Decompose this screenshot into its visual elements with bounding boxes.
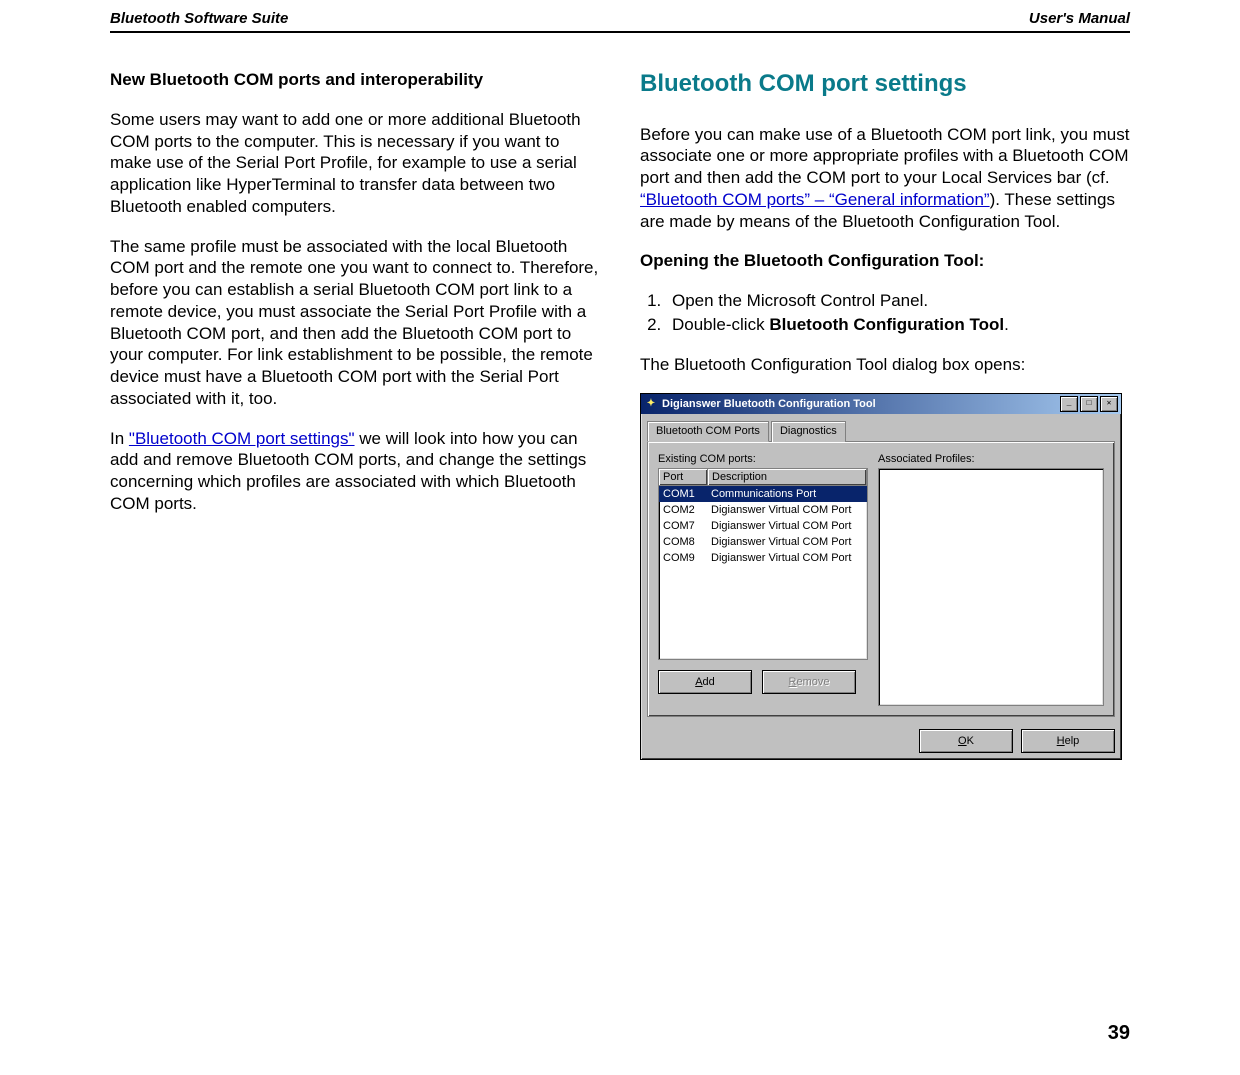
- cell-desc: Communications Port: [707, 486, 867, 502]
- step-2: Double-click Bluetooth Configuration Too…: [666, 314, 1130, 336]
- table-row[interactable]: COM8 Digianswer Virtual COM Port: [659, 534, 867, 550]
- right-p2: The Bluetooth Configuration Tool dialog …: [640, 354, 1130, 376]
- close-button[interactable]: ✕: [1100, 396, 1118, 412]
- header-left: Bluetooth Software Suite: [110, 10, 288, 27]
- cell-port: COM8: [659, 534, 707, 550]
- help-button[interactable]: Help: [1021, 729, 1115, 753]
- add-button[interactable]: Add: [658, 670, 752, 694]
- left-p2: The same profile must be associated with…: [110, 236, 600, 410]
- app-icon: ✦: [644, 397, 658, 411]
- step-1: Open the Microsoft Control Panel.: [666, 290, 1130, 312]
- content-columns: New Bluetooth COM ports and interoperabi…: [110, 69, 1130, 760]
- step-2-bold: Bluetooth Configuration Tool: [769, 315, 1004, 334]
- left-column: New Bluetooth COM ports and interoperabi…: [110, 69, 600, 760]
- profiles-listbox[interactable]: [878, 468, 1104, 706]
- cell-port: COM1: [659, 486, 707, 502]
- tab-panel: Existing COM ports: Port Description COM…: [647, 441, 1115, 717]
- right-column: Bluetooth COM port settings Before you c…: [640, 69, 1130, 760]
- page-header: Bluetooth Software Suite User's Manual: [110, 10, 1130, 33]
- left-p3: In "Bluetooth COM port settings" we will…: [110, 428, 600, 515]
- right-p1: Before you can make use of a Bluetooth C…: [640, 124, 1130, 233]
- left-p3-prefix: In: [110, 429, 129, 448]
- cell-port: COM2: [659, 502, 707, 518]
- page: Bluetooth Software Suite User's Manual N…: [0, 0, 1240, 1075]
- maximize-button[interactable]: □: [1080, 396, 1098, 412]
- left-button-row: Add Remove: [658, 670, 868, 694]
- cell-desc: Digianswer Virtual COM Port: [707, 550, 867, 566]
- cell-desc: Digianswer Virtual COM Port: [707, 534, 867, 550]
- config-tool-dialog: ✦ Digianswer Bluetooth Configuration Too…: [640, 393, 1122, 759]
- step-2-suffix: .: [1004, 315, 1009, 334]
- titlebar[interactable]: ✦ Digianswer Bluetooth Configuration Too…: [641, 394, 1121, 414]
- existing-label: Existing COM ports:: [658, 452, 868, 466]
- table-row[interactable]: COM1 Communications Port: [659, 486, 867, 502]
- left-p1: Some users may want to add one or more a…: [110, 109, 600, 218]
- tabs: Bluetooth COM Ports Diagnostics: [647, 421, 1115, 441]
- table-row[interactable]: COM2 Digianswer Virtual COM Port: [659, 502, 867, 518]
- tab-com-ports[interactable]: Bluetooth COM Ports: [647, 421, 769, 441]
- section-title: Bluetooth COM port settings: [640, 69, 1130, 100]
- com-ports-listbox[interactable]: Port Description COM1 Communications Por…: [658, 468, 868, 660]
- col-port[interactable]: Port: [659, 469, 708, 485]
- table-row[interactable]: COM9 Digianswer Virtual COM Port: [659, 550, 867, 566]
- cell-desc: Digianswer Virtual COM Port: [707, 502, 867, 518]
- panel-right: Associated Profiles:: [878, 452, 1104, 706]
- header-right: User's Manual: [1029, 10, 1130, 27]
- cell-desc: Digianswer Virtual COM Port: [707, 518, 867, 534]
- dialog-body: Bluetooth COM Ports Diagnostics Existing…: [641, 414, 1121, 722]
- titlebar-buttons: _ □ ✕: [1060, 396, 1118, 412]
- dialog-footer: OK Help: [641, 723, 1121, 759]
- general-info-link[interactable]: “Bluetooth COM ports” – “General informa…: [640, 190, 990, 209]
- col-description[interactable]: Description: [708, 469, 867, 485]
- table-row[interactable]: COM7 Digianswer Virtual COM Port: [659, 518, 867, 534]
- dialog-title: Digianswer Bluetooth Configuration Tool: [662, 397, 876, 411]
- tab-diagnostics[interactable]: Diagnostics: [771, 421, 846, 441]
- page-number: 39: [1108, 1022, 1130, 1045]
- bluetooth-com-settings-link[interactable]: "Bluetooth COM port settings": [129, 429, 355, 448]
- steps-list: Open the Microsoft Control Panel. Double…: [640, 290, 1130, 336]
- remove-button: Remove: [762, 670, 856, 694]
- step-2-prefix: Double-click: [672, 315, 769, 334]
- cell-port: COM9: [659, 550, 707, 566]
- panel-row: Existing COM ports: Port Description COM…: [658, 452, 1104, 706]
- open-heading: Opening the Bluetooth Configuration Tool…: [640, 250, 1130, 272]
- list-header: Port Description: [659, 469, 867, 486]
- right-p1-prefix: Before you can make use of a Bluetooth C…: [640, 125, 1129, 188]
- ok-button[interactable]: OK: [919, 729, 1013, 753]
- cell-port: COM7: [659, 518, 707, 534]
- panel-left: Existing COM ports: Port Description COM…: [658, 452, 868, 706]
- minimize-button[interactable]: _: [1060, 396, 1078, 412]
- left-subheading: New Bluetooth COM ports and interoperabi…: [110, 69, 600, 91]
- associated-label: Associated Profiles:: [878, 452, 1104, 466]
